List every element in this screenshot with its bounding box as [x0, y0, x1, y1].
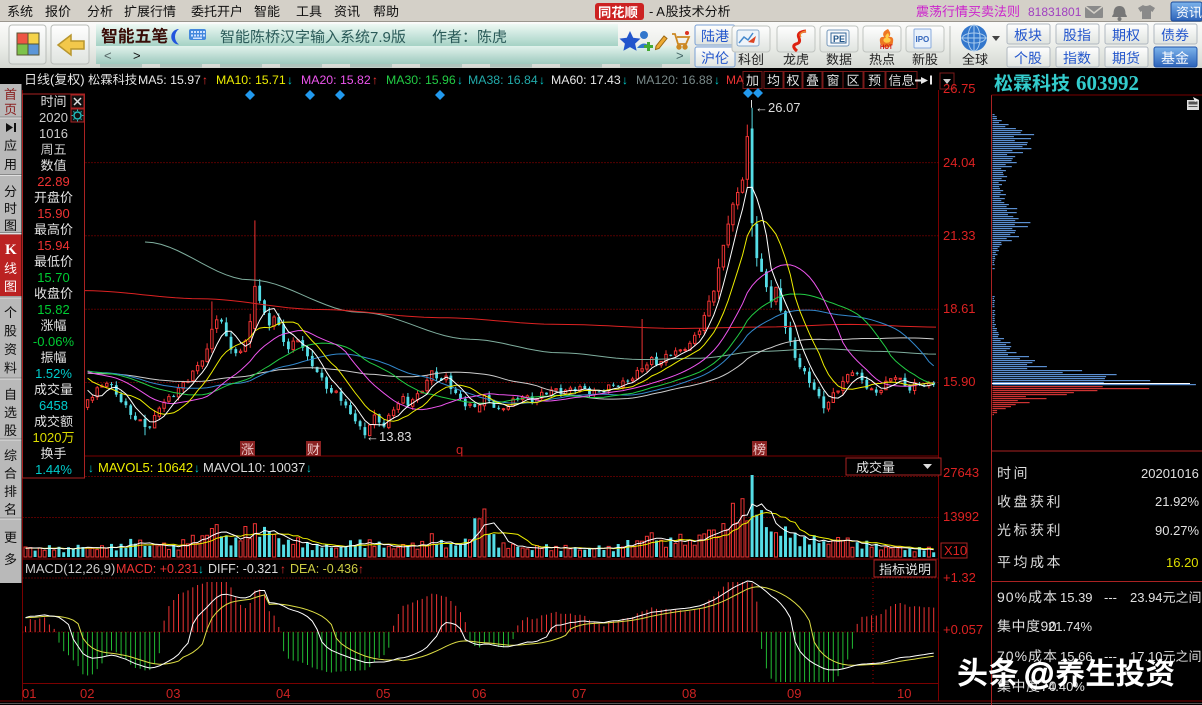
svg-text:15.39: 15.39	[1060, 590, 1093, 605]
svg-text:q: q	[456, 442, 463, 457]
svg-text:↓: ↓	[198, 562, 204, 576]
svg-text:<: <	[104, 48, 112, 63]
svg-text:↓: ↓	[457, 73, 463, 87]
svg-text:←26.07: ←26.07	[755, 100, 801, 115]
svg-text:603992: 603992	[1076, 71, 1139, 95]
svg-text:>: >	[133, 48, 141, 63]
svg-text:↑: ↑	[372, 73, 378, 87]
svg-text:21.33: 21.33	[943, 228, 976, 243]
svg-text:X10: X10	[944, 543, 967, 558]
svg-text:---: ---	[1104, 590, 1117, 605]
svg-text:MACD: +0.231: MACD: +0.231	[116, 562, 198, 576]
svg-text:90%: 90%	[997, 589, 1028, 605]
svg-text:↑: ↑	[280, 562, 286, 576]
svg-text:15.94: 15.94	[37, 238, 70, 253]
svg-text:05: 05	[376, 686, 390, 701]
svg-text:MACD(12,26,9): MACD(12,26,9)	[25, 561, 115, 576]
svg-text:↓: ↓	[622, 73, 628, 87]
svg-text:22.89: 22.89	[37, 174, 70, 189]
svg-text:81831801: 81831801	[1028, 5, 1082, 19]
svg-text:MAVOL10: 10037: MAVOL10: 10037	[203, 460, 305, 475]
svg-text:15.70: 15.70	[37, 270, 70, 285]
svg-text:↑: ↑	[358, 562, 364, 576]
svg-text:21.74%: 21.74%	[1048, 619, 1093, 634]
svg-text:DIFF: -0.321: DIFF: -0.321	[208, 562, 278, 576]
svg-text:13992: 13992	[943, 509, 979, 524]
svg-text:): )	[80, 72, 84, 87]
svg-text:DEA: -0.436: DEA: -0.436	[290, 562, 358, 576]
svg-text:10: 10	[897, 686, 911, 701]
svg-text:24.04: 24.04	[943, 155, 976, 170]
svg-text:↓: ↓	[714, 73, 720, 87]
svg-text:MAVOL5: 10642: MAVOL5: 10642	[98, 460, 193, 475]
svg-text:↓: ↓	[539, 73, 545, 87]
svg-text:90.27%: 90.27%	[1155, 523, 1200, 538]
svg-text:IPO: IPO	[916, 35, 930, 44]
svg-text:07: 07	[572, 686, 586, 701]
svg-text:PE: PE	[833, 34, 845, 44]
svg-text:1016: 1016	[39, 126, 68, 141]
svg-text:09: 09	[787, 686, 801, 701]
svg-text:@: @	[1024, 656, 1054, 691]
svg-text:HOT: HOT	[880, 45, 893, 51]
svg-text:16.20: 16.20	[1166, 555, 1199, 570]
svg-text:↓: ↓	[287, 73, 293, 87]
svg-text:MA60: 17.43: MA60: 17.43	[551, 73, 621, 87]
svg-text:06: 06	[472, 686, 486, 701]
svg-text:15.90: 15.90	[37, 206, 70, 221]
svg-text:MA38: 16.84: MA38: 16.84	[468, 73, 538, 87]
svg-text:---: ---	[1104, 649, 1117, 664]
svg-text:27643: 27643	[943, 465, 979, 480]
svg-text:04: 04	[276, 686, 290, 701]
svg-text:01: 01	[22, 686, 36, 701]
svg-text:21.92%: 21.92%	[1155, 494, 1200, 509]
svg-text:MA10: 15.71: MA10: 15.71	[216, 73, 286, 87]
svg-text:MA5: 15.97: MA5: 15.97	[138, 73, 201, 87]
svg-text:↓: ↓	[194, 461, 200, 475]
svg-text:- A: - A	[649, 4, 665, 19]
svg-text:03: 03	[166, 686, 180, 701]
svg-text:(: (	[50, 72, 55, 87]
svg-text:1.52%: 1.52%	[35, 366, 72, 381]
svg-text:02: 02	[80, 686, 94, 701]
svg-text:←13.83: ←13.83	[366, 429, 412, 444]
svg-text:26.75: 26.75	[943, 81, 976, 96]
svg-text:1020: 1020	[33, 430, 62, 445]
svg-text:K: K	[5, 242, 17, 258]
svg-text:MA30: 15.96: MA30: 15.96	[386, 73, 456, 87]
svg-text:MA20: 15.82: MA20: 15.82	[301, 73, 371, 87]
svg-text:18.61: 18.61	[943, 301, 976, 316]
svg-text:20201016: 20201016	[1141, 466, 1199, 481]
svg-text:↓: ↓	[306, 461, 312, 475]
svg-text:+1.32: +1.32	[943, 570, 976, 585]
svg-text:>: >	[676, 48, 684, 63]
svg-text:MA120: 16.88: MA120: 16.88	[636, 73, 713, 87]
svg-text:15.90: 15.90	[943, 374, 976, 389]
svg-text:15.82: 15.82	[37, 302, 70, 317]
svg-text:-0.06%: -0.06%	[33, 334, 75, 349]
svg-text:+0.057: +0.057	[943, 622, 983, 637]
svg-text:↑: ↑	[202, 73, 208, 87]
svg-text:23.94: 23.94	[1130, 590, 1163, 605]
svg-text:7.9: 7.9	[370, 29, 391, 46]
svg-text:1.44%: 1.44%	[35, 462, 72, 477]
svg-text:↓: ↓	[88, 461, 94, 475]
svg-text:08: 08	[682, 686, 696, 701]
svg-text:6458: 6458	[39, 398, 68, 413]
svg-text:MA: MA	[726, 73, 744, 87]
svg-text:2020: 2020	[39, 110, 68, 125]
